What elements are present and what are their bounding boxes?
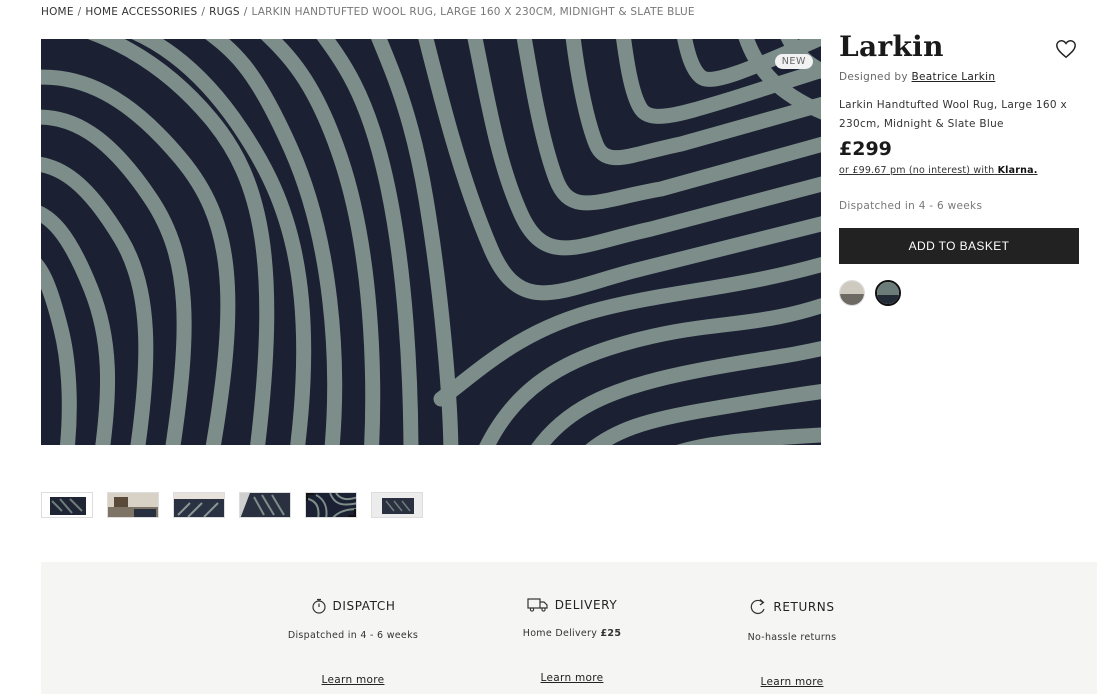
- thumbnail-strip: [41, 492, 423, 518]
- thumbnail-2[interactable]: [107, 492, 159, 518]
- breadcrumb-rugs[interactable]: RUGS: [209, 6, 240, 18]
- klarna-text: or £99.67 pm (no interest) with: [839, 165, 995, 176]
- dispatch-info: DISPATCH Dispatched in 4 - 6 weeks Learn…: [243, 598, 463, 687]
- breadcrumb-home[interactable]: HOME: [41, 6, 74, 18]
- swatch-natural[interactable]: [839, 280, 865, 306]
- klarna-logo: Klarna.: [997, 165, 1038, 176]
- product-price: £299: [839, 138, 892, 160]
- new-badge: NEW: [774, 54, 813, 69]
- wishlist-heart-icon[interactable]: [1055, 38, 1077, 60]
- returns-title: RETURNS: [773, 600, 835, 614]
- truck-icon: [527, 598, 549, 612]
- swatch-midnight-slate[interactable]: [875, 280, 901, 306]
- returns-text: No-hassle returns: [747, 632, 837, 643]
- thumbnail-1[interactable]: [41, 492, 93, 518]
- delivery-title: DELIVERY: [554, 598, 618, 612]
- product-title: Larkin: [839, 30, 944, 63]
- thumbnail-6[interactable]: [371, 492, 423, 518]
- service-info-band: DISPATCH Dispatched in 4 - 6 weeks Learn…: [41, 562, 1097, 694]
- delivery-text: Home Delivery £25: [462, 628, 682, 639]
- delivery-learn-more-link[interactable]: Learn more: [541, 672, 604, 684]
- dispatch-title: DISPATCH: [332, 599, 396, 613]
- main-product-image[interactable]: NEW: [41, 39, 821, 445]
- breadcrumb-separator: /: [77, 6, 82, 18]
- returns-icon: [749, 598, 767, 616]
- returns-info: RETURNS No-hassle returns Learn more: [682, 598, 902, 689]
- designed-by: Designed by Beatrice Larkin: [839, 71, 995, 83]
- breadcrumb: HOME / HOME ACCESSORIES / RUGS / LARKIN HANDTU…: [41, 6, 695, 18]
- returns-learn-more-link[interactable]: Learn more: [761, 676, 824, 688]
- delivery-label: Home Delivery: [522, 628, 598, 639]
- dispatch-estimate: Dispatched in 4 - 6 weeks: [839, 200, 983, 212]
- delivery-info: DELIVERY Home Delivery £25 Learn more: [462, 598, 682, 685]
- dispatch-learn-more-link[interactable]: Learn more: [322, 674, 385, 686]
- designer-link[interactable]: Beatrice Larkin: [912, 71, 996, 83]
- thumbnail-3[interactable]: [173, 492, 225, 518]
- add-to-basket-button[interactable]: ADD TO BASKET: [839, 228, 1079, 264]
- product-description: Larkin Handtufted Wool Rug, Large 160 x …: [839, 99, 1067, 130]
- breadcrumb-separator: /: [201, 6, 206, 18]
- klarna-financing-link[interactable]: or £99.67 pm (no interest) with Klarna.: [839, 165, 1038, 176]
- color-swatches: [839, 280, 901, 306]
- breadcrumb-current: LARKIN HANDTUFTED WOOL RUG, LARGE 160 X …: [251, 6, 695, 18]
- delivery-price: £25: [600, 628, 622, 639]
- thumbnail-4[interactable]: [239, 492, 291, 518]
- breadcrumb-separator: /: [243, 6, 248, 18]
- breadcrumb-home-accessories[interactable]: HOME ACCESSORIES: [85, 6, 197, 18]
- rug-pattern-image: [41, 39, 821, 445]
- dispatch-text: Dispatched in 4 - 6 weeks: [287, 630, 419, 641]
- stopwatch-icon: [311, 598, 327, 614]
- thumbnail-5[interactable]: [305, 492, 357, 518]
- designed-by-label: Designed by: [839, 71, 908, 83]
